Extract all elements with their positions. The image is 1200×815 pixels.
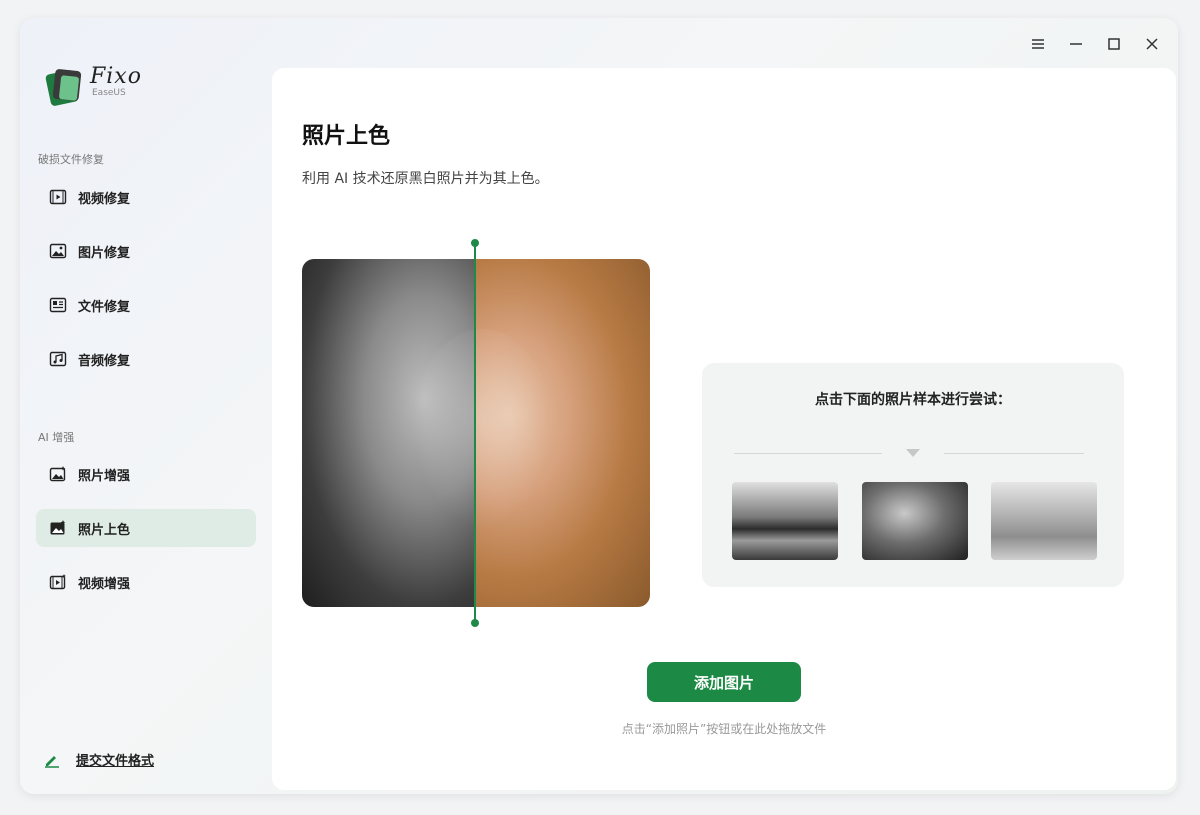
maximize-icon[interactable] — [1104, 32, 1124, 56]
app-name: Fixo — [90, 64, 142, 89]
slider-handle-top[interactable] — [471, 239, 479, 247]
sample-thumb-family[interactable] — [991, 482, 1097, 560]
app-brand: EaseUS — [92, 88, 126, 98]
sidebar-item-file-repair[interactable]: 文件修复 — [36, 286, 256, 324]
sidebar-item-label: 文件修复 — [78, 299, 131, 315]
portrait-highlight — [412, 329, 552, 529]
add-image-button[interactable]: 添加图片 — [647, 662, 801, 702]
sample-title: 点击下面的照片样本进行尝试： — [815, 392, 1011, 408]
sidebar-item-photo-colorize[interactable]: 照片上色 — [36, 509, 256, 547]
window-controls — [1028, 32, 1162, 56]
slider-handle-bottom[interactable] — [471, 619, 479, 627]
photo-enhance-icon — [48, 464, 68, 484]
pencil-icon — [45, 755, 59, 768]
sidebar-item-label: 视频增强 — [78, 576, 131, 592]
document-icon — [48, 295, 68, 315]
image-icon — [48, 241, 68, 261]
sample-panel: 点击下面的照片样本进行尝试： — [702, 363, 1124, 587]
sidebar-item-image-repair[interactable]: 图片修复 — [36, 232, 256, 270]
divider — [944, 453, 1084, 454]
sidebar-item-label: 照片增强 — [78, 468, 131, 484]
submit-format-link[interactable]: 提交文件格式 — [44, 750, 154, 769]
app-logo: Fixo EaseUS — [44, 66, 142, 108]
sidebar-item-video-enhance[interactable]: 视频增强 — [36, 563, 256, 601]
sidebar-item-label: 视频修复 — [78, 191, 131, 207]
sample-thumb-portrait[interactable] — [862, 482, 968, 560]
section-title-ai-enhance: AI 增强 — [38, 431, 75, 444]
video-enhance-icon — [48, 572, 68, 592]
menu-icon[interactable] — [1028, 32, 1048, 56]
sidebar-item-label: 图片修复 — [78, 245, 131, 261]
close-icon[interactable] — [1142, 32, 1162, 56]
sidebar-item-label: 照片上色 — [78, 522, 131, 538]
drop-hint: 点击“添加照片”按钮或在此处拖放文件 — [621, 722, 827, 736]
divider — [734, 453, 882, 454]
audio-icon — [48, 349, 68, 369]
photo-colorize-icon — [48, 518, 68, 538]
sample-thumb-landscape[interactable] — [732, 482, 838, 560]
chevron-down-icon — [906, 449, 920, 457]
app-window: Fixo EaseUS 破损文件修复 视频修复 图片修复 文件修复 音频修复 A… — [20, 18, 1178, 794]
page-subtitle: 利用 AI 技术还原黑白照片并为其上色。 — [302, 171, 549, 187]
submit-format-label: 提交文件格式 — [76, 754, 155, 769]
before-after-preview[interactable] — [302, 259, 650, 607]
compare-slider-line[interactable] — [474, 241, 476, 623]
sidebar-item-label: 音频修复 — [78, 353, 131, 369]
minimize-icon[interactable] — [1066, 32, 1086, 56]
logo-icon — [44, 66, 82, 108]
section-title-file-repair: 破损文件修复 — [38, 153, 104, 166]
sidebar-item-video-repair[interactable]: 视频修复 — [36, 178, 256, 216]
main-panel: 照片上色 利用 AI 技术还原黑白照片并为其上色。 点击下面的照片样本进行尝试：… — [272, 68, 1176, 790]
sidebar-item-photo-enhance[interactable]: 照片增强 — [36, 455, 256, 493]
sidebar-item-audio-repair[interactable]: 音频修复 — [36, 340, 256, 378]
video-icon — [48, 187, 68, 207]
page-title: 照片上色 — [302, 124, 391, 149]
sidebar: Fixo EaseUS 破损文件修复 视频修复 图片修复 文件修复 音频修复 A… — [20, 18, 272, 794]
